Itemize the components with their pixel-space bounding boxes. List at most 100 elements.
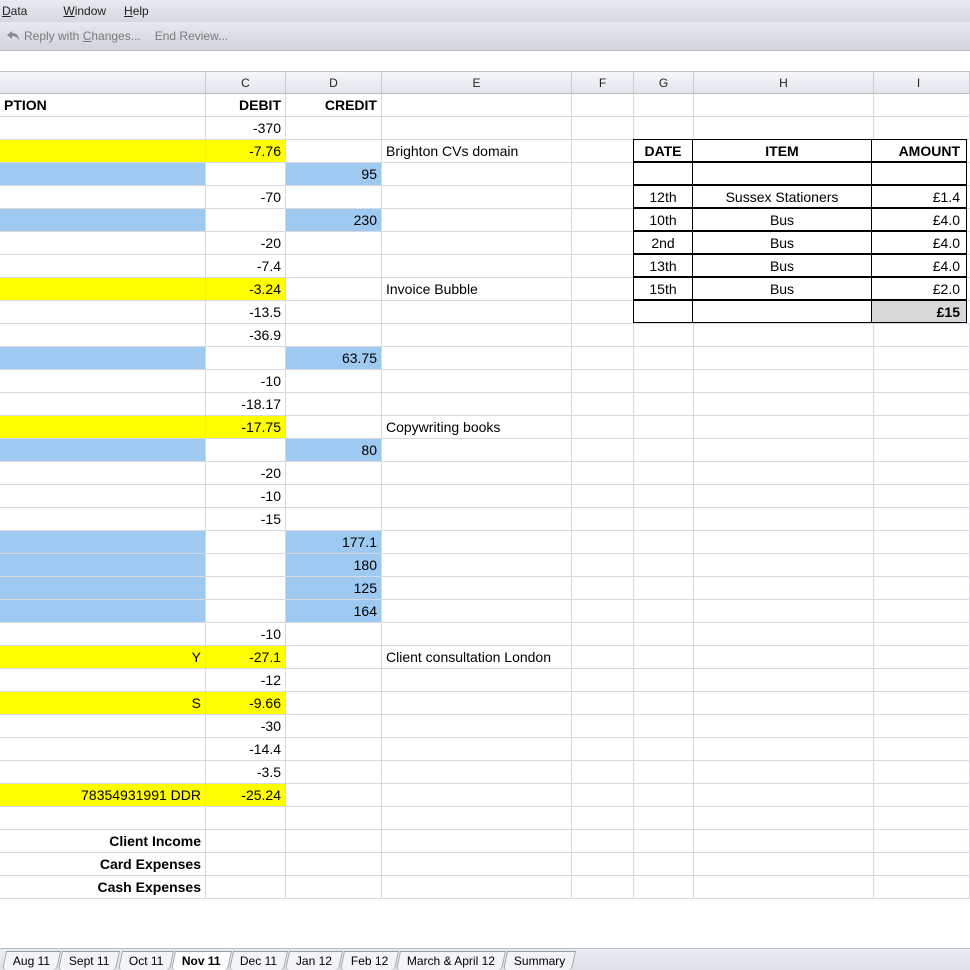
cell-credit[interactable] bbox=[286, 623, 382, 645]
col-header-e[interactable]: E bbox=[382, 72, 572, 93]
cell-empty[interactable] bbox=[694, 347, 874, 369]
sheet-tab[interactable]: Jan 12 bbox=[285, 951, 343, 970]
cell-debit[interactable] bbox=[206, 577, 286, 599]
cell-empty[interactable] bbox=[634, 738, 694, 760]
cell-f[interactable] bbox=[572, 577, 634, 599]
cell-f[interactable] bbox=[572, 876, 634, 898]
cell-debit[interactable]: -9.66 bbox=[206, 692, 286, 714]
cell-debit[interactable]: -25.24 bbox=[206, 784, 286, 806]
cell-debit[interactable]: -7.76 bbox=[206, 140, 286, 162]
cell-b[interactable] bbox=[0, 669, 206, 691]
cell-debit[interactable] bbox=[206, 853, 286, 875]
cell-f[interactable] bbox=[572, 761, 634, 783]
cell-credit[interactable] bbox=[286, 117, 382, 139]
cell-credit[interactable] bbox=[286, 761, 382, 783]
cell-f[interactable] bbox=[572, 623, 634, 645]
cell-empty[interactable] bbox=[634, 393, 694, 415]
cell-empty[interactable] bbox=[694, 416, 874, 438]
cell-f[interactable] bbox=[572, 807, 634, 829]
cell-f[interactable] bbox=[572, 232, 634, 254]
cell-f[interactable] bbox=[572, 278, 634, 300]
cell-debit[interactable]: -15 bbox=[206, 508, 286, 530]
cell-empty[interactable] bbox=[634, 761, 694, 783]
cell-debit[interactable] bbox=[206, 600, 286, 622]
cell-b[interactable] bbox=[0, 232, 206, 254]
cell-debit[interactable] bbox=[206, 554, 286, 576]
col-header-f[interactable]: F bbox=[572, 72, 634, 93]
cell-note[interactable] bbox=[382, 393, 572, 415]
cell-note[interactable]: Copywriting books bbox=[382, 416, 572, 438]
cell-empty[interactable] bbox=[694, 531, 874, 553]
cell-credit[interactable] bbox=[286, 715, 382, 737]
cell-credit[interactable] bbox=[286, 853, 382, 875]
cell-note[interactable] bbox=[382, 623, 572, 645]
cell-f[interactable] bbox=[572, 853, 634, 875]
cell-empty[interactable] bbox=[874, 715, 970, 737]
cell-empty[interactable] bbox=[694, 117, 874, 139]
cell-note[interactable] bbox=[382, 715, 572, 737]
cell-debit[interactable]: -18.17 bbox=[206, 393, 286, 415]
cell-credit[interactable] bbox=[286, 416, 382, 438]
cell-empty[interactable] bbox=[634, 853, 694, 875]
cell-empty[interactable] bbox=[874, 554, 970, 576]
side-header-item[interactable]: ITEM bbox=[692, 139, 872, 162]
cell-credit[interactable] bbox=[286, 324, 382, 346]
cell-note[interactable] bbox=[382, 784, 572, 806]
cell-debit[interactable]: -3.5 bbox=[206, 761, 286, 783]
cell-credit[interactable]: 177.1 bbox=[286, 531, 382, 553]
sheet-tab[interactable]: Feb 12 bbox=[340, 951, 399, 970]
cell-empty[interactable] bbox=[694, 807, 874, 829]
cell-debit[interactable]: -10 bbox=[206, 485, 286, 507]
cell-empty[interactable] bbox=[634, 347, 694, 369]
cell-note[interactable] bbox=[382, 692, 572, 714]
cell-credit[interactable]: 164 bbox=[286, 600, 382, 622]
cell-b[interactable] bbox=[0, 117, 206, 139]
cell-empty[interactable] bbox=[874, 853, 970, 875]
cell-empty[interactable] bbox=[874, 117, 970, 139]
cell-debit[interactable] bbox=[206, 163, 286, 185]
cell-empty[interactable] bbox=[634, 462, 694, 484]
col-header-d[interactable]: D bbox=[286, 72, 382, 93]
cell-debit[interactable]: -20 bbox=[206, 232, 286, 254]
cell-empty[interactable] bbox=[874, 485, 970, 507]
cell-empty[interactable] bbox=[694, 577, 874, 599]
cell-note[interactable] bbox=[382, 370, 572, 392]
side-cell-date[interactable] bbox=[633, 162, 693, 185]
cell-empty[interactable] bbox=[634, 623, 694, 645]
cell-debit[interactable] bbox=[206, 209, 286, 231]
cell-f[interactable] bbox=[572, 531, 634, 553]
cell-b[interactable] bbox=[0, 531, 206, 553]
cell-debit[interactable] bbox=[206, 439, 286, 461]
cell-empty[interactable] bbox=[874, 669, 970, 691]
cell-debit[interactable]: -12 bbox=[206, 669, 286, 691]
cell-b[interactable]: 78354931991 DDR bbox=[0, 784, 206, 806]
side-cell-item[interactable]: Bus bbox=[692, 254, 872, 277]
side-cell-date[interactable] bbox=[633, 300, 693, 323]
cell-debit[interactable]: -17.75 bbox=[206, 416, 286, 438]
cell-empty[interactable] bbox=[694, 715, 874, 737]
cell-debit[interactable] bbox=[206, 347, 286, 369]
cell-empty[interactable] bbox=[634, 692, 694, 714]
sheet-tab[interactable]: Dec 11 bbox=[229, 951, 288, 970]
cell-empty[interactable] bbox=[694, 370, 874, 392]
cell-empty[interactable] bbox=[634, 439, 694, 461]
cell-b[interactable] bbox=[0, 508, 206, 530]
cell-note[interactable] bbox=[382, 485, 572, 507]
cell-credit[interactable] bbox=[286, 255, 382, 277]
cell-debit[interactable]: -3.24 bbox=[206, 278, 286, 300]
cell-note[interactable] bbox=[382, 347, 572, 369]
cell-b[interactable]: Cash Expenses bbox=[0, 876, 206, 898]
cell-empty[interactable] bbox=[874, 577, 970, 599]
cell-b[interactable] bbox=[0, 163, 206, 185]
cell-empty[interactable] bbox=[874, 600, 970, 622]
cell-f[interactable] bbox=[572, 508, 634, 530]
cell-f[interactable] bbox=[572, 439, 634, 461]
sheet-tab[interactable]: March & April 12 bbox=[396, 951, 506, 970]
cell-note[interactable] bbox=[382, 554, 572, 576]
cell-empty[interactable] bbox=[634, 807, 694, 829]
cell-b[interactable] bbox=[0, 462, 206, 484]
cell-b[interactable] bbox=[0, 485, 206, 507]
cell-debit[interactable] bbox=[206, 807, 286, 829]
cell-empty[interactable] bbox=[694, 324, 874, 346]
cell-note[interactable] bbox=[382, 508, 572, 530]
